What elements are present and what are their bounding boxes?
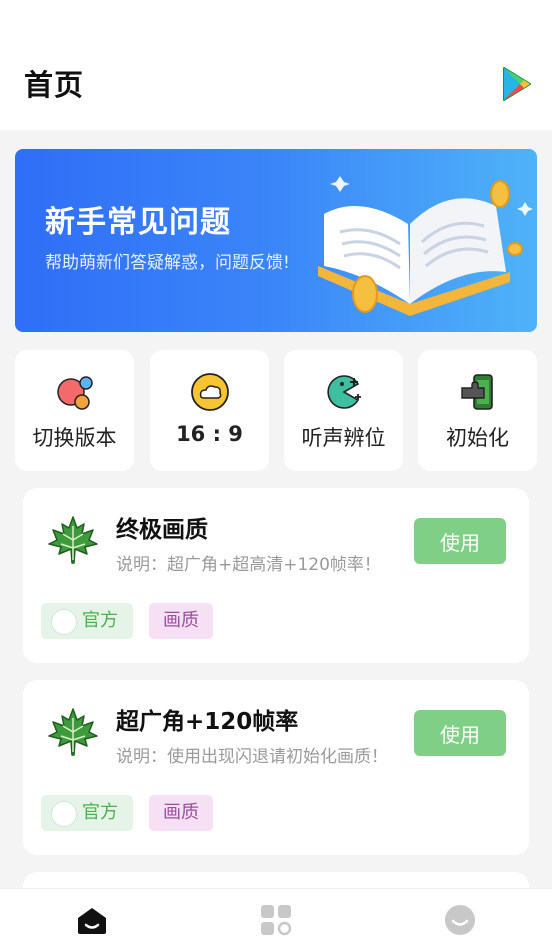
pacman-sound-icon — [326, 375, 361, 409]
quick-action-aspect-ratio[interactable]: 16 : 9 — [150, 350, 269, 471]
quality-tag: 画质 — [149, 795, 213, 831]
phone-puzzle-icon — [460, 374, 493, 410]
maple-leaf-icon — [48, 708, 98, 756]
quick-action-label: 切换版本 — [32, 426, 117, 450]
config-card: 终极画质 说明：超广角+超高清+120帧率！ 使用 官方 画质 — [23, 488, 529, 663]
play-store-icon[interactable] — [500, 66, 534, 102]
quality-tag: 画质 — [149, 603, 213, 639]
use-button[interactable]: 使用 — [414, 518, 506, 564]
config-card: 超广角+120帧率 说明：使用出现闪退请初始化画质！ 使用 官方 画质 — [23, 680, 529, 855]
tag-label: 官方 — [82, 610, 118, 631]
smile-face-icon[interactable] — [444, 904, 476, 936]
use-button[interactable]: 使用 — [414, 710, 506, 756]
home-icon[interactable] — [76, 904, 108, 936]
banner-subtitle: 帮助萌新们答疑解惑，问题反馈! — [45, 253, 290, 273]
card-description: 说明：超广角+超高清+120帧率！ — [116, 555, 381, 575]
top-app-bar: 首页 — [0, 0, 552, 130]
bubbles-icon — [56, 376, 93, 410]
apps-grid-icon[interactable] — [260, 904, 292, 936]
open-book-illustration — [318, 176, 533, 316]
card-title: 超广角+120帧率 — [116, 709, 299, 735]
page-title: 首页 — [24, 68, 85, 102]
official-tag: 官方 — [41, 603, 133, 639]
quick-action-sound-position[interactable]: 听声辨位 — [284, 350, 403, 471]
cloud-icon — [190, 373, 229, 411]
card-title: 终极画质 — [116, 517, 208, 543]
official-logo-icon — [51, 801, 77, 827]
maple-leaf-icon — [48, 516, 98, 564]
official-logo-icon — [51, 609, 77, 635]
card-description: 说明：使用出现闪退请初始化画质！ — [116, 747, 388, 767]
bottom-tab-bar — [0, 888, 552, 942]
tag-label: 官方 — [82, 802, 118, 823]
quick-action-label: 听声辨位 — [301, 426, 386, 450]
quick-action-switch-version[interactable]: 切换版本 — [15, 350, 134, 471]
quick-action-label: 初始化 — [446, 426, 509, 450]
banner-title: 新手常见问题 — [45, 205, 231, 240]
quick-action-initialize[interactable]: 初始化 — [418, 350, 537, 471]
official-tag: 官方 — [41, 795, 133, 831]
quick-action-label: 16 : 9 — [176, 422, 243, 446]
faq-banner[interactable]: 新手常见问题 帮助萌新们答疑解惑，问题反馈! — [15, 149, 537, 332]
